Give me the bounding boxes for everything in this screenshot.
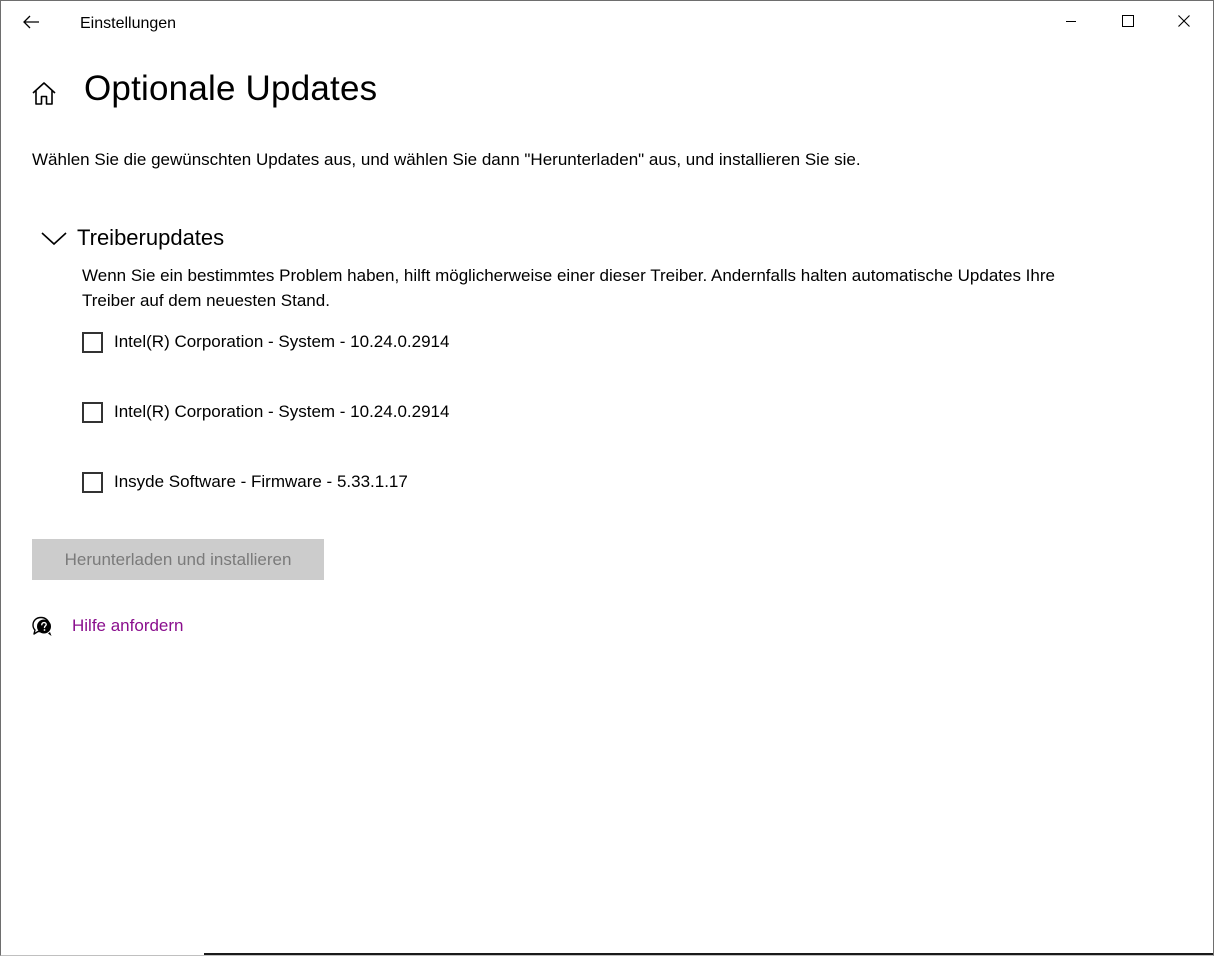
page-title: Optionale Updates xyxy=(84,69,378,108)
update-checkbox-row[interactable]: Intel(R) Corporation - System - 10.24.0.… xyxy=(82,399,449,425)
intro-text: Wählen Sie die gewünschten Updates aus, … xyxy=(32,150,861,169)
window-title: Einstellungen xyxy=(80,15,177,32)
update-label: Intel(R) Corporation - System - 10.24.0.… xyxy=(114,332,450,351)
back-button[interactable] xyxy=(11,5,51,39)
help-chat-icon xyxy=(32,616,52,636)
home-icon xyxy=(32,82,56,105)
maximize-icon xyxy=(1122,15,1134,27)
minimize-icon xyxy=(1066,21,1076,22)
maximize-button[interactable] xyxy=(1100,1,1156,41)
section-description: Wenn Sie ein bestimmtes Problem haben, h… xyxy=(82,266,1055,310)
home-button[interactable] xyxy=(30,80,58,108)
settings-window: Einstellungen Optionale Updates Wählen S… xyxy=(0,0,1214,956)
close-icon xyxy=(1178,15,1190,27)
update-checkbox[interactable] xyxy=(82,471,103,493)
help-row[interactable]: Hilfe anfordern xyxy=(30,612,184,640)
title-bar: Einstellungen xyxy=(1,1,1213,45)
update-checkbox-row[interactable]: Intel(R) Corporation - System - 10.24.0.… xyxy=(82,329,449,355)
update-checkbox-row[interactable]: Insyde Software - Firmware - 5.33.1.17 xyxy=(82,469,408,495)
update-checkbox[interactable] xyxy=(82,401,103,423)
update-label: Intel(R) Corporation - System - 10.24.0.… xyxy=(114,402,450,421)
update-label: Insyde Software - Firmware - 5.33.1.17 xyxy=(114,472,408,491)
section-toggle-driver-updates[interactable]: Treiberupdates xyxy=(39,223,279,253)
close-button[interactable] xyxy=(1156,1,1212,41)
section-title: Treiberupdates xyxy=(77,225,225,250)
chevron-down-icon xyxy=(41,232,67,246)
help-link[interactable]: Hilfe anfordern xyxy=(72,616,184,636)
download-install-button[interactable]: Herunterladen und installieren xyxy=(32,539,324,580)
bottom-edge xyxy=(204,953,1213,955)
minimize-button[interactable] xyxy=(1043,1,1099,41)
update-checkbox[interactable] xyxy=(82,331,103,353)
arrow-left-icon xyxy=(23,15,39,29)
